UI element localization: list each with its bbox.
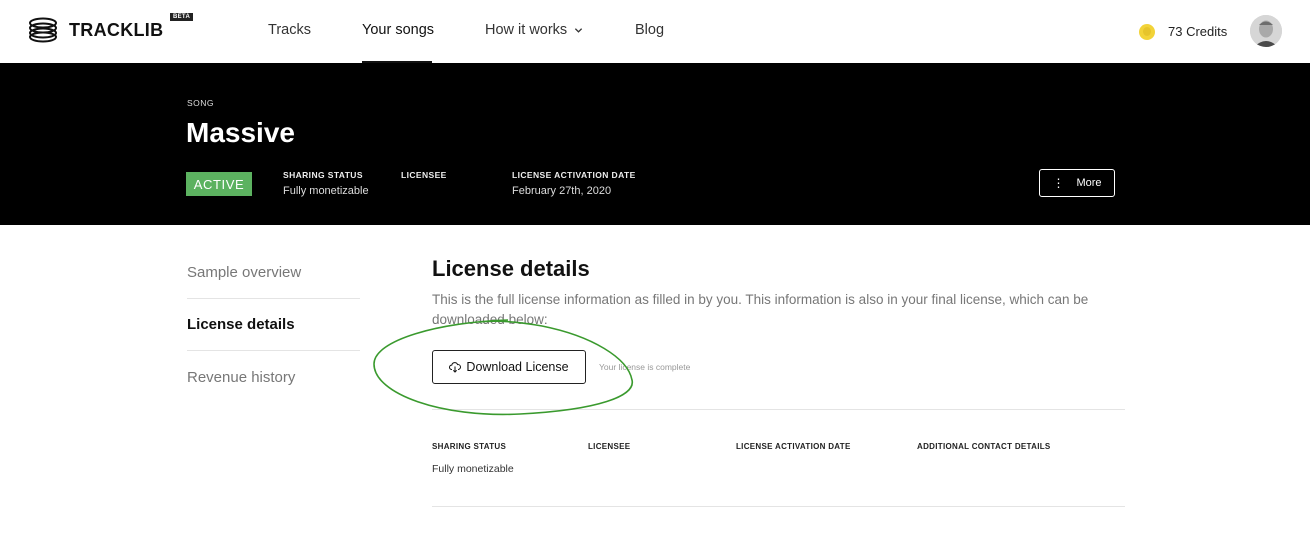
divider xyxy=(432,506,1125,507)
divider xyxy=(432,409,1125,410)
sharing-status-meta: SHARING STATUS Fully monetizable xyxy=(283,170,369,197)
sharing-status-value: Fully monetizable xyxy=(283,185,369,197)
nav-how-it-works-label: How it works xyxy=(485,22,568,38)
field-sharing-status-label: SHARING STATUS xyxy=(432,442,507,451)
beta-badge: BETA xyxy=(170,13,194,21)
download-license-label: Download License xyxy=(466,360,569,374)
song-eyebrow: SONG xyxy=(187,98,215,108)
song-title: Massive xyxy=(186,117,295,148)
activation-date-label: LICENSE ACTIVATION DATE xyxy=(512,170,636,180)
more-vertical-icon: ⋮ xyxy=(1052,176,1065,190)
sidebar-item-revenue-history[interactable]: Revenue history xyxy=(187,351,360,403)
sidebar-item-sample-overview[interactable]: Sample overview xyxy=(187,247,360,299)
song-header: SONG Massive ACTIVE SHARING STATUS Fully… xyxy=(0,63,1310,225)
nav-your-songs[interactable]: Your songs xyxy=(362,22,434,38)
licensee-meta: LICENSEE xyxy=(401,170,447,180)
activation-date-meta: LICENSE ACTIVATION DATE February 27th, 2… xyxy=(512,170,636,197)
chevron-down-icon xyxy=(575,27,583,33)
credits-count[interactable]: 73 Credits xyxy=(1168,24,1227,39)
field-sharing-status-value: Fully monetizable xyxy=(432,463,514,475)
license-description: This is the full license information as … xyxy=(432,292,1089,327)
nav-blog[interactable]: Blog xyxy=(635,22,664,38)
coin-icon xyxy=(1139,24,1155,40)
license-complete-note: Your license is complete xyxy=(599,362,691,372)
more-button[interactable]: ⋮ More xyxy=(1039,169,1115,197)
more-button-label: More xyxy=(1076,177,1102,189)
logo-icon xyxy=(29,17,57,43)
field-contact-details: ADDITIONAL CONTACT DETAILS xyxy=(917,442,1051,451)
download-license-button[interactable]: Download License xyxy=(432,350,586,384)
activation-date-value: February 27th, 2020 xyxy=(512,185,612,197)
status-badge: ACTIVE xyxy=(186,172,252,196)
field-sharing-status: SHARING STATUS Fully monetizable xyxy=(432,442,514,475)
section-sidebar: Sample overview License details Revenue … xyxy=(187,247,360,403)
field-licensee: LICENSEE xyxy=(588,442,630,451)
avatar-image xyxy=(1250,15,1282,47)
field-activation-date: LICENSE ACTIVATION DATE xyxy=(736,442,851,451)
licensee-label: LICENSEE xyxy=(401,170,447,180)
nav-tracks[interactable]: Tracks xyxy=(268,22,311,38)
field-licensee-label: LICENSEE xyxy=(588,442,631,451)
brand-name: TRACKLIB xyxy=(69,20,164,40)
field-contact-details-label: ADDITIONAL CONTACT DETAILS xyxy=(917,442,1051,451)
top-navigation: TRACKLIB BETA Tracks Your songs How it w… xyxy=(0,0,1310,63)
field-activation-date-label: LICENSE ACTIVATION DATE xyxy=(736,442,851,451)
user-avatar[interactable] xyxy=(1250,15,1282,47)
sidebar-item-license-details[interactable]: License details xyxy=(187,299,360,351)
sharing-status-label: SHARING STATUS xyxy=(283,170,363,180)
nav-how-it-works[interactable]: How it works xyxy=(485,22,583,38)
license-details-section: License details This is the full license… xyxy=(432,256,1125,384)
section-title: License details xyxy=(432,256,590,281)
tracklib-logo[interactable]: TRACKLIB BETA xyxy=(28,13,194,43)
download-row: Download License Your license is complet… xyxy=(432,350,690,384)
cloud-download-icon xyxy=(449,362,462,373)
